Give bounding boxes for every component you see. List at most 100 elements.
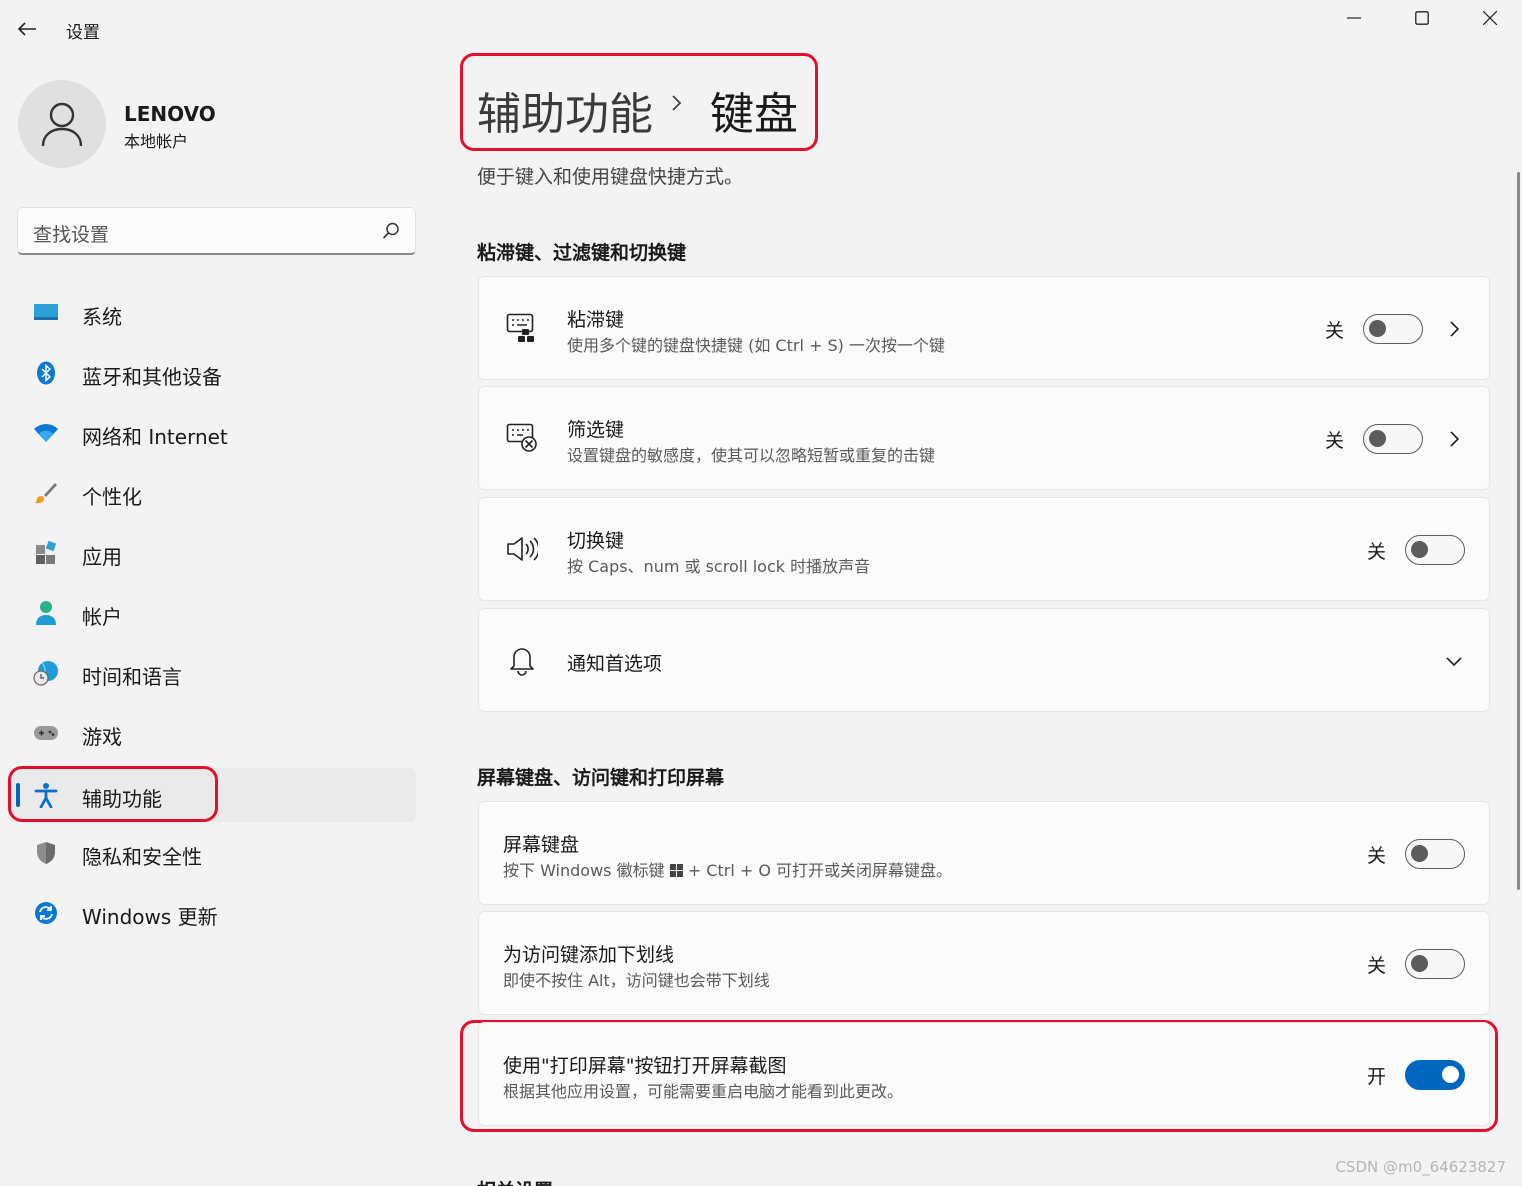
close-button[interactable]: [1456, 0, 1522, 36]
section-title: 粘滞键、过滤键和切换键: [477, 242, 687, 264]
card-title: 使用"打印屏幕"按钮打开屏幕截图: [503, 1055, 787, 1077]
account-type: 本地帐户: [124, 132, 189, 151]
avatar[interactable]: [18, 80, 106, 168]
toggle-state-label: 关: [1325, 320, 1345, 342]
chevron-right-icon[interactable]: [1442, 317, 1466, 341]
page-title: 键盘: [710, 89, 798, 140]
system-icon: [32, 300, 60, 326]
search-input[interactable]: 查找设置: [33, 220, 109, 247]
user-name: LENOVO: [124, 102, 216, 126]
sticky-keys-icon: [505, 311, 539, 345]
sidebar-item-system[interactable]: 系统: [8, 286, 416, 340]
maximize-button[interactable]: [1388, 0, 1456, 36]
underline-access-keys-card[interactable]: 为访问键添加下划线 即使不按住 Alt，访问键也会带下划线 关: [478, 911, 1490, 1015]
page-description: 便于键入和使用键盘快捷方式。: [477, 166, 744, 188]
toggle-state-label: 关: [1367, 541, 1387, 563]
sidebar-item-time-language[interactable]: 时间和语言: [8, 646, 416, 700]
time-language-icon: [32, 660, 60, 686]
section-title: 相关设置: [477, 1176, 553, 1186]
underline-access-keys-toggle[interactable]: [1405, 949, 1465, 979]
sidebar-item-label: 网络和 Internet: [82, 425, 228, 449]
shield-icon: [32, 840, 60, 866]
account-icon: [32, 600, 60, 626]
card-title: 通知首选项: [567, 653, 663, 675]
sidebar-item-network[interactable]: 网络和 Internet: [8, 406, 416, 460]
toggle-keys-card[interactable]: 切换键 按 Caps、num 或 scroll lock 时播放声音 关: [478, 497, 1490, 601]
person-icon: [41, 102, 83, 147]
minimize-button[interactable]: [1320, 0, 1388, 36]
card-description: 设置键盘的敏感度，使其可以忽略短暂或重复的击键: [567, 446, 936, 465]
card-description: 按下 Windows 徽标键 + Ctrl + O 可打开或关闭屏幕键盘。: [503, 861, 953, 880]
back-button[interactable]: [12, 14, 42, 44]
notification-preferences-card[interactable]: 通知首选项: [478, 608, 1490, 712]
print-screen-card[interactable]: 使用"打印屏幕"按钮打开屏幕截图 根据其他应用设置，可能需要重启电脑才能看到此更…: [478, 1022, 1490, 1126]
gamepad-icon: [32, 720, 60, 746]
card-description: 根据其他应用设置，可能需要重启电脑才能看到此更改。: [503, 1082, 904, 1101]
toggle-state-label: 关: [1367, 845, 1387, 867]
sidebar-item-label: 蓝牙和其他设备: [82, 365, 222, 389]
card-title: 筛选键: [567, 419, 625, 441]
wifi-icon: [32, 420, 60, 446]
accessibility-icon: [32, 782, 60, 808]
sidebar-item-label: 辅助功能: [82, 787, 162, 811]
card-description: 使用多个键的键盘快捷键 (如 Ctrl + S) 一次按一个键: [567, 336, 945, 355]
card-description: 按 Caps、num 或 scroll lock 时播放声音: [567, 557, 871, 576]
search-box[interactable]: 查找设置: [17, 207, 416, 255]
app-title: 设置: [66, 23, 100, 43]
windows-logo-icon: [669, 864, 683, 877]
sidebar-item-bluetooth[interactable]: 蓝牙和其他设备: [8, 346, 416, 400]
filter-keys-toggle[interactable]: [1363, 424, 1423, 454]
minimize-icon: [1347, 17, 1361, 19]
bluetooth-icon: [32, 360, 60, 386]
sidebar-item-personalization[interactable]: 个性化: [8, 466, 416, 520]
sidebar-item-privacy[interactable]: 隐私和安全性: [8, 826, 416, 880]
sidebar: LENOVO 本地帐户 查找设置 系统 蓝牙和其他设备 网络和 Internet…: [0, 56, 440, 1186]
watermark: CSDN @m0_64623827: [1335, 1158, 1506, 1176]
card-description: 即使不按住 Alt，访问键也会带下划线: [503, 971, 770, 990]
sidebar-item-label: 游戏: [82, 725, 122, 749]
sidebar-item-windows-update[interactable]: Windows 更新: [8, 886, 416, 940]
close-icon: [1483, 11, 1497, 25]
sidebar-item-label: 系统: [82, 305, 122, 329]
toggle-keys-toggle[interactable]: [1405, 535, 1465, 565]
apps-icon: [32, 540, 60, 566]
toggle-state-label: 关: [1325, 430, 1345, 452]
sidebar-item-label: 隐私和安全性: [82, 845, 202, 869]
sidebar-item-label: 应用: [82, 545, 122, 569]
active-indicator: [16, 783, 20, 807]
chevron-down-icon[interactable]: [1442, 649, 1466, 673]
sidebar-item-label: 帐户: [82, 605, 122, 629]
speaker-icon: [505, 532, 539, 566]
sidebar-item-accessibility[interactable]: 辅助功能: [8, 768, 416, 822]
sidebar-item-accounts[interactable]: 帐户: [8, 586, 416, 640]
bell-icon: [505, 643, 539, 677]
sticky-keys-toggle[interactable]: [1363, 314, 1423, 344]
sidebar-item-label: 时间和语言: [82, 665, 182, 689]
on-screen-keyboard-toggle[interactable]: [1405, 839, 1465, 869]
brush-icon: [32, 480, 60, 506]
section-title: 屏幕键盘、访问键和打印屏幕: [477, 767, 725, 789]
sticky-keys-card[interactable]: 粘滞键 使用多个键的键盘快捷键 (如 Ctrl + S) 一次按一个键 关: [478, 276, 1490, 380]
filter-keys-icon: [505, 421, 539, 455]
update-icon: [32, 900, 60, 926]
breadcrumb-parent[interactable]: 辅助功能: [477, 78, 653, 142]
scrollbar[interactable]: [1517, 172, 1520, 890]
search-icon[interactable]: [381, 221, 401, 241]
card-title: 粘滞键: [567, 309, 625, 331]
maximize-icon: [1415, 11, 1429, 25]
filter-keys-card[interactable]: 筛选键 设置键盘的敏感度，使其可以忽略短暂或重复的击键 关: [478, 386, 1490, 490]
print-screen-toggle[interactable]: [1405, 1060, 1465, 1090]
sidebar-item-label: Windows 更新: [82, 905, 218, 929]
toggle-state-label: 关: [1367, 955, 1387, 977]
sidebar-item-apps[interactable]: 应用: [8, 526, 416, 580]
card-title: 为访问键添加下划线: [503, 944, 675, 966]
sidebar-item-label: 个性化: [82, 485, 142, 509]
title-bar: 设置: [0, 0, 1522, 56]
chevron-right-icon[interactable]: [1442, 427, 1466, 451]
sidebar-item-gaming[interactable]: 游戏: [8, 706, 416, 760]
on-screen-keyboard-card[interactable]: 屏幕键盘 按下 Windows 徽标键 + Ctrl + O 可打开或关闭屏幕键…: [478, 801, 1490, 905]
card-title: 屏幕键盘: [503, 834, 580, 856]
card-title: 切换键: [567, 530, 625, 552]
toggle-state-label: 开: [1367, 1066, 1387, 1088]
back-arrow-icon: [17, 22, 36, 36]
